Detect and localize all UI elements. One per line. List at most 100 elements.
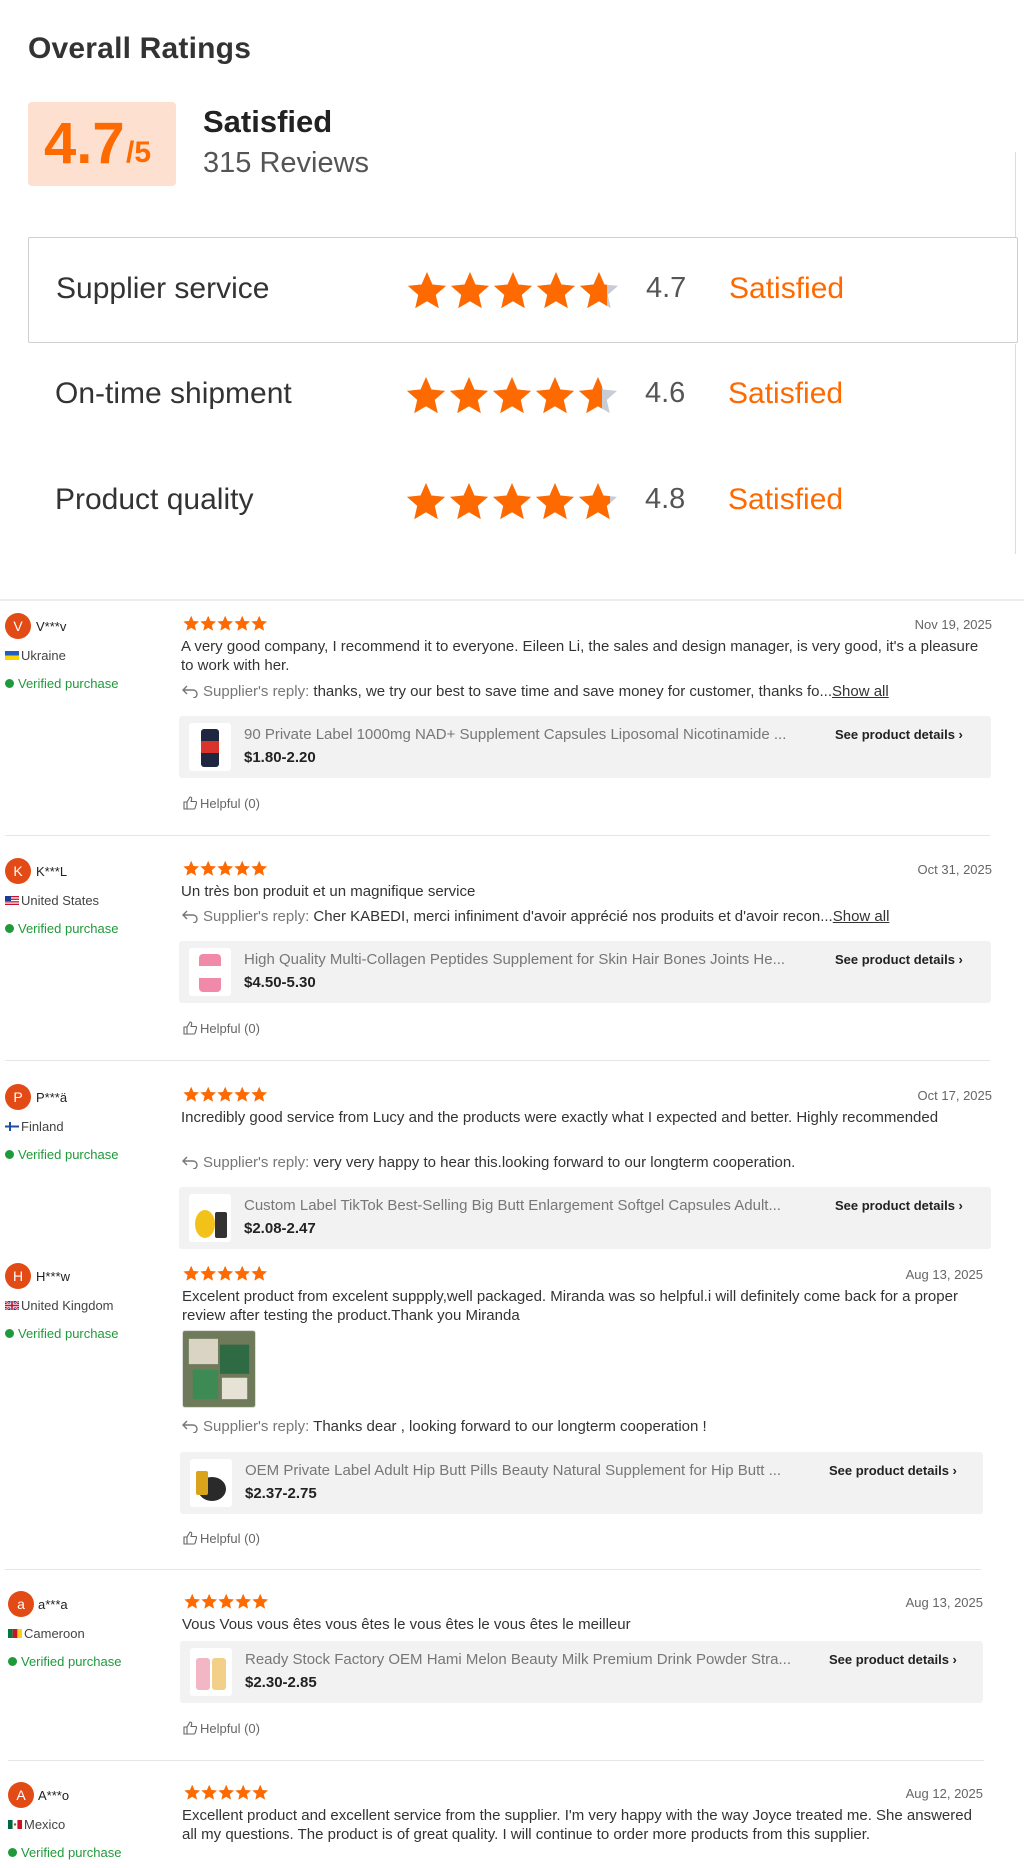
reply-arrow-icon xyxy=(182,1420,198,1433)
verified-check-icon xyxy=(5,924,14,933)
ukraine-flag-icon xyxy=(5,651,19,660)
review-date: Aug 13, 2025 xyxy=(905,1595,983,1610)
product-title: Ready Stock Factory OEM Hami Melon Beaut… xyxy=(245,1651,791,1668)
verified-label: Verified purchase xyxy=(21,1845,122,1860)
panel-border xyxy=(1015,152,1016,238)
thumbs-up-icon xyxy=(183,1721,197,1735)
review-date: Oct 31, 2025 xyxy=(917,862,992,877)
review-date: Oct 17, 2025 xyxy=(917,1088,992,1103)
review-count: 315 Reviews xyxy=(203,147,370,179)
thumbs-up-icon xyxy=(183,1531,197,1545)
chevron-right-icon: › xyxy=(958,1198,963,1213)
reviewer-name: K***L xyxy=(36,864,68,879)
product-price: $4.50-5.30 xyxy=(244,974,316,991)
review-text: Un très bon produit et un magnifique ser… xyxy=(181,883,476,900)
thumbs-up-icon xyxy=(183,796,197,810)
supplier-reply: Supplier's reply: Thanks dear , looking … xyxy=(181,1418,981,1435)
country-name: Ukraine xyxy=(21,648,66,663)
reviewer-country: Finland xyxy=(5,1119,64,1134)
supplier-reply: Supplier's reply: very very happy to hea… xyxy=(181,1154,981,1171)
review-text: Excellent product and excellent service … xyxy=(182,1807,972,1843)
rating-value: 4.8 xyxy=(645,483,686,515)
star-icon xyxy=(183,861,199,876)
overall-level: Satisfied xyxy=(203,104,333,139)
see-product-details-link[interactable]: See product details › xyxy=(835,727,963,742)
united-states-flag-icon xyxy=(5,896,19,905)
see-product-details-link[interactable]: See product details › xyxy=(829,1463,957,1478)
show-all-link[interactable]: Show all xyxy=(833,908,890,925)
rating-label: On-time shipment xyxy=(55,377,292,410)
reply-arrow-icon xyxy=(182,1156,198,1169)
reply-arrow-icon xyxy=(182,685,198,698)
reviewer-name: a***a xyxy=(38,1597,68,1612)
chevron-right-icon: › xyxy=(958,952,963,967)
star-icon xyxy=(234,861,250,876)
star-icon xyxy=(252,1785,268,1800)
rating-value: 4.7 xyxy=(646,272,687,304)
review-date: Nov 19, 2025 xyxy=(914,617,992,632)
show-all-link[interactable]: Show all xyxy=(832,683,889,700)
star-icon xyxy=(535,483,575,520)
see-product-details-link[interactable]: See product details › xyxy=(835,1198,963,1213)
reply-text: Cher KABEDI, merci infiniment d'avoir ap… xyxy=(313,908,821,925)
reviewer-name: P***ä xyxy=(36,1090,68,1105)
rating-value: 4.6 xyxy=(645,377,686,409)
star-icon xyxy=(183,616,199,631)
helpful-label: Helpful (0) xyxy=(200,796,260,811)
verified-label: Verified purchase xyxy=(21,1654,122,1669)
helpful-button[interactable]: Helpful (0) xyxy=(183,796,260,811)
overall-score-suffix: /5 xyxy=(126,136,152,169)
star-icon xyxy=(251,1087,267,1102)
rating-row-supplier-service: Supplier service 4.7 Satisfied xyxy=(28,237,1018,343)
verified-check-icon xyxy=(5,1150,14,1159)
star-icon xyxy=(493,272,533,309)
chevron-right-icon: › xyxy=(952,1463,957,1478)
review-stars xyxy=(184,1785,268,1800)
helpful-button[interactable]: Helpful (0) xyxy=(183,1531,260,1546)
product-card[interactable]: OEM Private Label Adult Hip Butt Pills B… xyxy=(180,1452,983,1514)
helpful-label: Helpful (0) xyxy=(200,1531,260,1546)
reviewer-name: H***w xyxy=(36,1269,70,1284)
rating-stars xyxy=(406,483,618,520)
verified-check-icon xyxy=(8,1657,17,1666)
review-text: Incredibly good service from Lucy and th… xyxy=(181,1109,939,1126)
helpful-button[interactable]: Helpful (0) xyxy=(183,1721,260,1736)
star-icon xyxy=(200,1266,216,1281)
rating-label: Supplier service xyxy=(56,272,270,305)
helpful-label: Helpful (0) xyxy=(200,1721,260,1736)
reviewer-name: A***o xyxy=(38,1788,70,1803)
star-icon xyxy=(235,1785,251,1800)
product-card[interactable]: Ready Stock Factory OEM Hami Melon Beaut… xyxy=(180,1641,983,1703)
see-product-details-link[interactable]: See product details › xyxy=(835,952,963,967)
see-product-details-link[interactable]: See product details › xyxy=(829,1652,957,1667)
see-details-label: See product details xyxy=(829,1463,949,1478)
rating-stars xyxy=(406,377,618,414)
verified-label: Verified purchase xyxy=(18,1147,119,1162)
rating-level: Satisfied xyxy=(728,483,844,516)
country-name: Cameroon xyxy=(24,1626,85,1641)
helpful-button[interactable]: Helpful (0) xyxy=(183,1021,260,1036)
section-divider xyxy=(0,599,1024,601)
product-card[interactable]: 90 Private Label 1000mg NAD+ Supplement … xyxy=(179,716,991,778)
star-icon xyxy=(492,377,532,414)
star-icon xyxy=(217,861,233,876)
star-icon xyxy=(235,1594,251,1609)
verified-purchase-badge: Verified purchase xyxy=(5,921,118,936)
product-card[interactable]: Custom Label TikTok Best-Selling Big But… xyxy=(179,1187,991,1249)
product-thumbnail xyxy=(189,723,231,771)
review-text: A very good company, I recommend it to e… xyxy=(181,638,979,674)
star-icon xyxy=(183,1266,199,1281)
product-price: $2.30-2.85 xyxy=(245,1674,317,1691)
review-photo[interactable] xyxy=(182,1330,256,1408)
star-icon xyxy=(449,377,489,414)
star-icon xyxy=(492,483,532,520)
chevron-right-icon: › xyxy=(952,1652,957,1667)
star-icon xyxy=(406,483,446,520)
see-details-label: See product details xyxy=(835,952,955,967)
helpful-label: Helpful (0) xyxy=(200,1021,260,1036)
reply-ellipsis: ... xyxy=(820,908,833,925)
review-divider xyxy=(5,835,990,836)
review-date: Aug 13, 2025 xyxy=(905,1267,983,1282)
product-card[interactable]: High Quality Multi-Collagen Peptides Sup… xyxy=(179,941,991,1003)
see-details-label: See product details xyxy=(835,1198,955,1213)
